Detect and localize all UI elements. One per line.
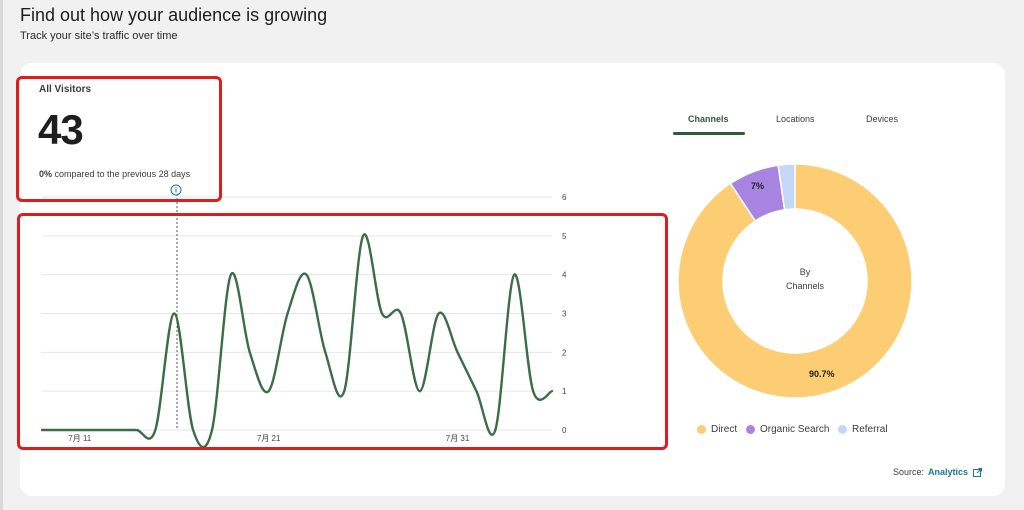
legend-dot-referral [838, 425, 847, 434]
legend-referral: Referral [838, 424, 888, 435]
legend-dot-direct [697, 425, 706, 434]
legend-dot-organic [746, 425, 755, 434]
analytics-link[interactable]: Analytics [928, 467, 968, 477]
external-link-icon[interactable] [973, 467, 983, 477]
legend-direct: Direct [697, 424, 737, 435]
donut-label-direct: 90.7% [809, 369, 835, 379]
donut-center-label: By Channels [785, 267, 825, 291]
donut-label-organic: 7% [751, 181, 765, 191]
source-attribution: Source: Analytics [893, 467, 983, 477]
legend-organic: Organic Search [746, 424, 829, 435]
